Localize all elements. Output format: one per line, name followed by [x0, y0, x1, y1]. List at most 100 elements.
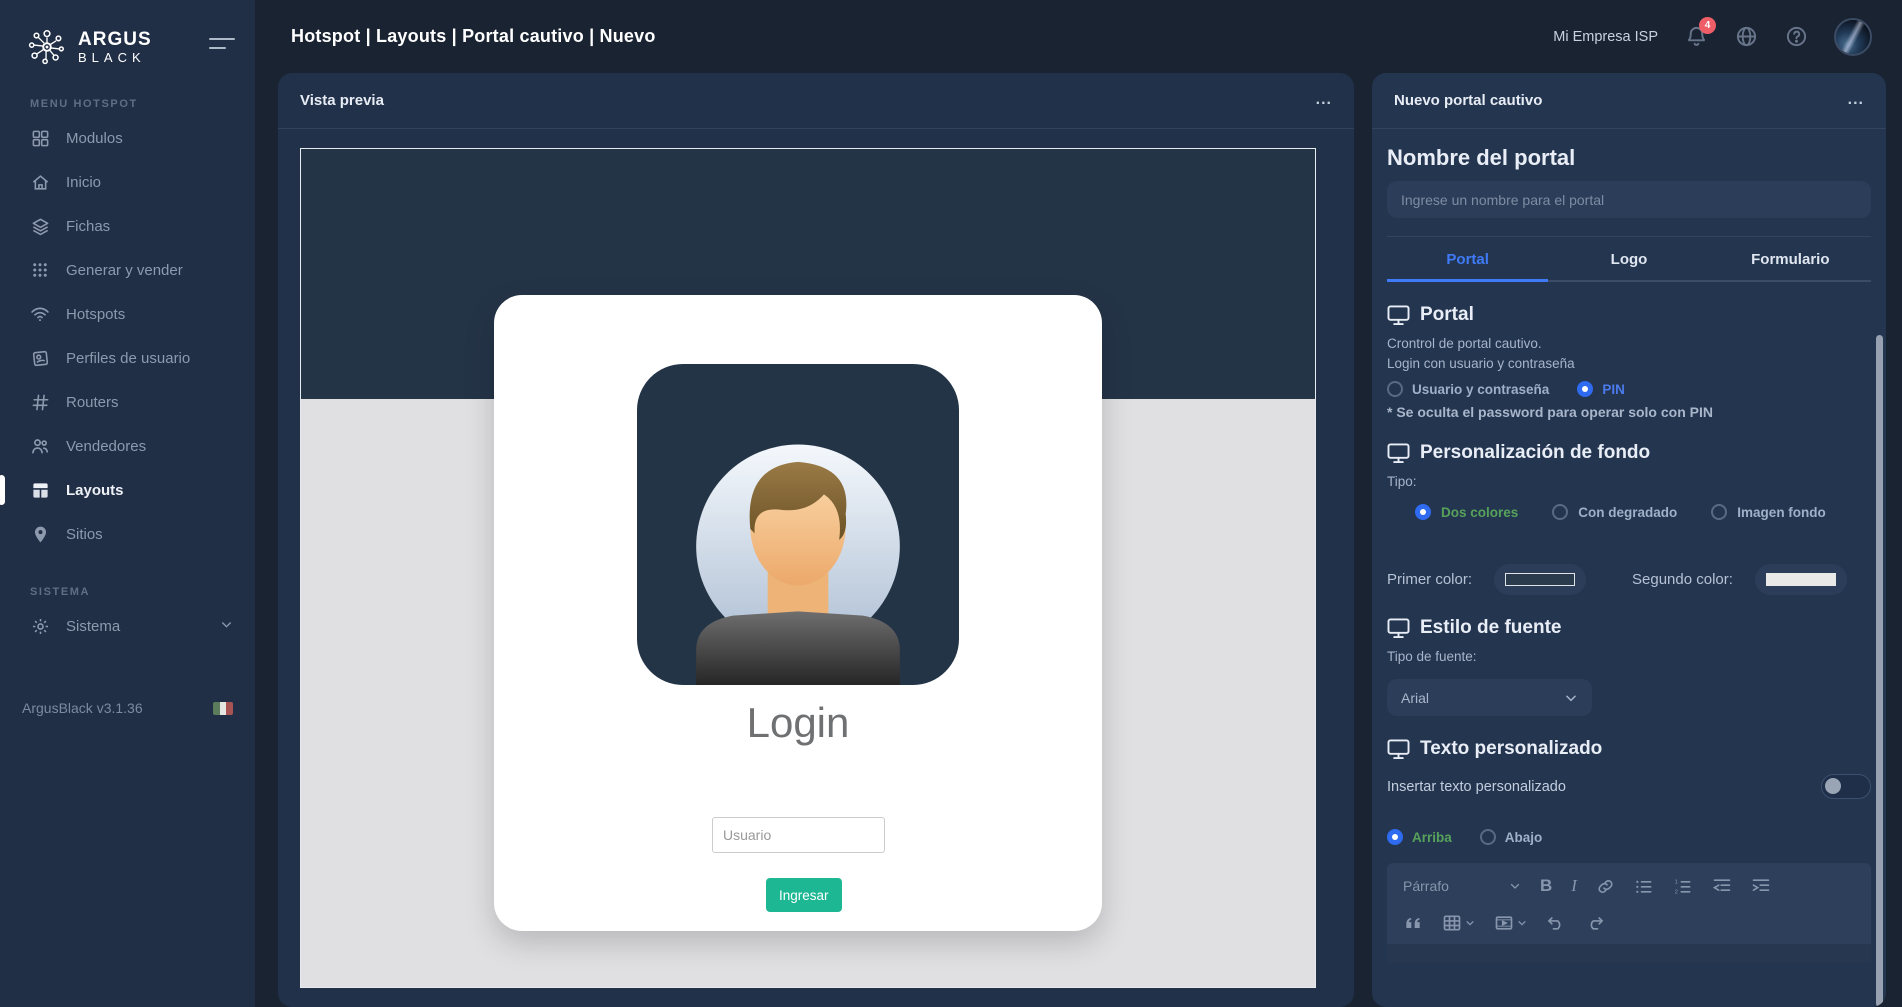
insert-table-icon[interactable]: [1442, 913, 1475, 933]
blockquote-icon[interactable]: [1403, 913, 1423, 933]
tab-portal[interactable]: Portal: [1387, 237, 1548, 282]
radio-pin[interactable]: [1577, 381, 1593, 397]
portal-section-heading: Portal: [1387, 304, 1871, 326]
portal-section-description: Crontrol de portal cautivo. Login con us…: [1387, 334, 1871, 374]
globe-icon[interactable]: [1734, 25, 1758, 49]
radio-label: Arriba: [1412, 830, 1452, 845]
increase-indent-icon[interactable]: [1751, 876, 1771, 896]
sidebar-item-sitios[interactable]: Sitios: [0, 512, 255, 556]
svg-text:1: 1: [1675, 880, 1678, 886]
numbered-list-icon[interactable]: 12: [1673, 876, 1693, 896]
sidebar-item-generar-y-vender[interactable]: Generar y vender: [0, 248, 255, 292]
monitor-icon: [1387, 739, 1410, 760]
sidebar-item-inicio[interactable]: Inicio: [0, 160, 255, 204]
radio-label: Usuario y contraseña: [1412, 382, 1549, 397]
monitor-icon: [1387, 618, 1410, 639]
decrease-indent-icon[interactable]: [1712, 876, 1732, 896]
sidebar-item-label: Hotspots: [66, 306, 125, 323]
preview-panel-body: Login Ingresar: [278, 129, 1354, 1007]
portal-preview-frame: Login Ingresar: [300, 148, 1316, 988]
radio-imagen-fondo[interactable]: [1711, 504, 1727, 520]
first-color-label: Primer color:: [1387, 571, 1472, 588]
font-section-heading: Estilo de fuente: [1387, 617, 1871, 639]
first-color-swatch: [1505, 573, 1575, 586]
panel-menu-icon[interactable]: ...: [1848, 97, 1864, 103]
preview-panel-header: Vista previa ...: [278, 73, 1354, 129]
notifications-bell-icon[interactable]: 4: [1684, 25, 1708, 49]
svg-text:2: 2: [1675, 890, 1678, 896]
font-select-value: Arial: [1401, 690, 1429, 706]
paragraph-dropdown[interactable]: Párrafo: [1403, 878, 1521, 894]
sidebar-item-label: Perfiles de usuario: [66, 350, 190, 367]
radio-con-degradado[interactable]: [1552, 504, 1568, 520]
chevron-down-icon: [1465, 918, 1475, 928]
custom-text-toggle[interactable]: [1821, 774, 1871, 799]
config-panel-body: Nombre del portal Portal Logo Formulario…: [1372, 145, 1886, 963]
sidebar-item-label: Modulos: [66, 130, 123, 147]
sidebar-section-sistema: SISTEMA: [0, 586, 255, 598]
italic-icon[interactable]: I: [1571, 876, 1577, 896]
portal-name-input[interactable]: [1387, 181, 1871, 218]
sidebar-item-hotspots[interactable]: Hotspots: [0, 292, 255, 336]
app-window: ARGUS BLACK MENU HOTSPOT Modulos Inicio …: [0, 0, 1902, 1007]
breadcrumb: Hotspot | Layouts | Portal cautivo | Nue…: [291, 26, 656, 47]
tab-formulario[interactable]: Formulario: [1710, 237, 1871, 280]
chevron-down-icon: [1509, 880, 1521, 892]
second-color-swatch: [1766, 573, 1836, 586]
second-color-picker[interactable]: [1755, 564, 1847, 595]
sidebar-item-sistema[interactable]: Sistema: [0, 604, 255, 648]
active-item-indicator: [0, 475, 5, 505]
logo-line1: ARGUS: [78, 30, 152, 49]
text-position-options: Arriba Abajo: [1387, 829, 1871, 845]
chevron-down-icon: [1517, 918, 1527, 928]
portal-username-input[interactable]: [712, 817, 885, 853]
color-pickers-row: Primer color: Segundo color:: [1387, 564, 1871, 595]
user-avatar[interactable]: [1834, 18, 1872, 56]
home-icon: [30, 172, 50, 192]
sidebar-collapse-icon[interactable]: [209, 38, 235, 49]
layout-icon: [30, 480, 50, 500]
chevron-down-icon: [1564, 691, 1578, 705]
preview-panel: Vista previa ...: [278, 73, 1354, 1007]
radio-usuario-contrasena[interactable]: [1387, 381, 1403, 397]
editor-content-area[interactable]: [1387, 944, 1871, 963]
mexico-flag-icon[interactable]: [213, 702, 233, 715]
panel-menu-icon[interactable]: ...: [1316, 97, 1332, 103]
sidebar-item-perfiles-de-usuario[interactable]: Perfiles de usuario: [0, 336, 255, 380]
config-panel-scrollbar[interactable]: [1876, 335, 1883, 1007]
monitor-icon: [1387, 305, 1410, 326]
first-color-picker[interactable]: [1494, 564, 1586, 595]
sidebar-item-fichas[interactable]: Fichas: [0, 204, 255, 248]
config-panel-title: Nuevo portal cautivo: [1394, 92, 1542, 109]
sidebar-section-menu-hotspot: MENU HOTSPOT: [0, 98, 255, 110]
argusblack-logo-icon: [26, 26, 68, 68]
redo-icon[interactable]: [1585, 913, 1605, 933]
preview-panel-title: Vista previa: [300, 92, 384, 109]
bold-icon[interactable]: B: [1540, 876, 1552, 896]
login-mode-options: Usuario y contraseña PIN: [1387, 381, 1871, 397]
second-color-label: Segundo color:: [1632, 571, 1733, 588]
argusblack-logo[interactable]: ARGUS BLACK: [0, 0, 255, 68]
tab-logo[interactable]: Logo: [1548, 237, 1709, 280]
app-version: ArgusBlack v3.1.36: [22, 700, 143, 716]
config-tabs: Portal Logo Formulario: [1387, 237, 1871, 282]
radio-dos-colores[interactable]: [1415, 504, 1431, 520]
radio-arriba[interactable]: [1387, 829, 1403, 845]
section-title: Portal: [1420, 304, 1474, 326]
sidebar-item-layouts[interactable]: Layouts: [0, 468, 255, 512]
background-type-label: Tipo:: [1387, 472, 1871, 492]
content-area: Vista previa ...: [255, 73, 1902, 1007]
bulleted-list-icon[interactable]: [1634, 876, 1654, 896]
link-icon[interactable]: [1596, 877, 1615, 896]
font-select[interactable]: Arial: [1387, 679, 1592, 716]
undo-icon[interactable]: [1546, 913, 1566, 933]
help-icon[interactable]: [1784, 25, 1808, 49]
insert-media-icon[interactable]: [1494, 913, 1527, 933]
section-title: Personalización de fondo: [1420, 442, 1650, 464]
radio-abajo[interactable]: [1480, 829, 1496, 845]
sidebar-item-routers[interactable]: Routers: [0, 380, 255, 424]
sidebar-item-modulos[interactable]: Modulos: [0, 116, 255, 160]
sidebar-item-vendedores[interactable]: Vendedores: [0, 424, 255, 468]
portal-submit-button[interactable]: Ingresar: [766, 878, 842, 912]
radio-label: PIN: [1602, 382, 1625, 397]
